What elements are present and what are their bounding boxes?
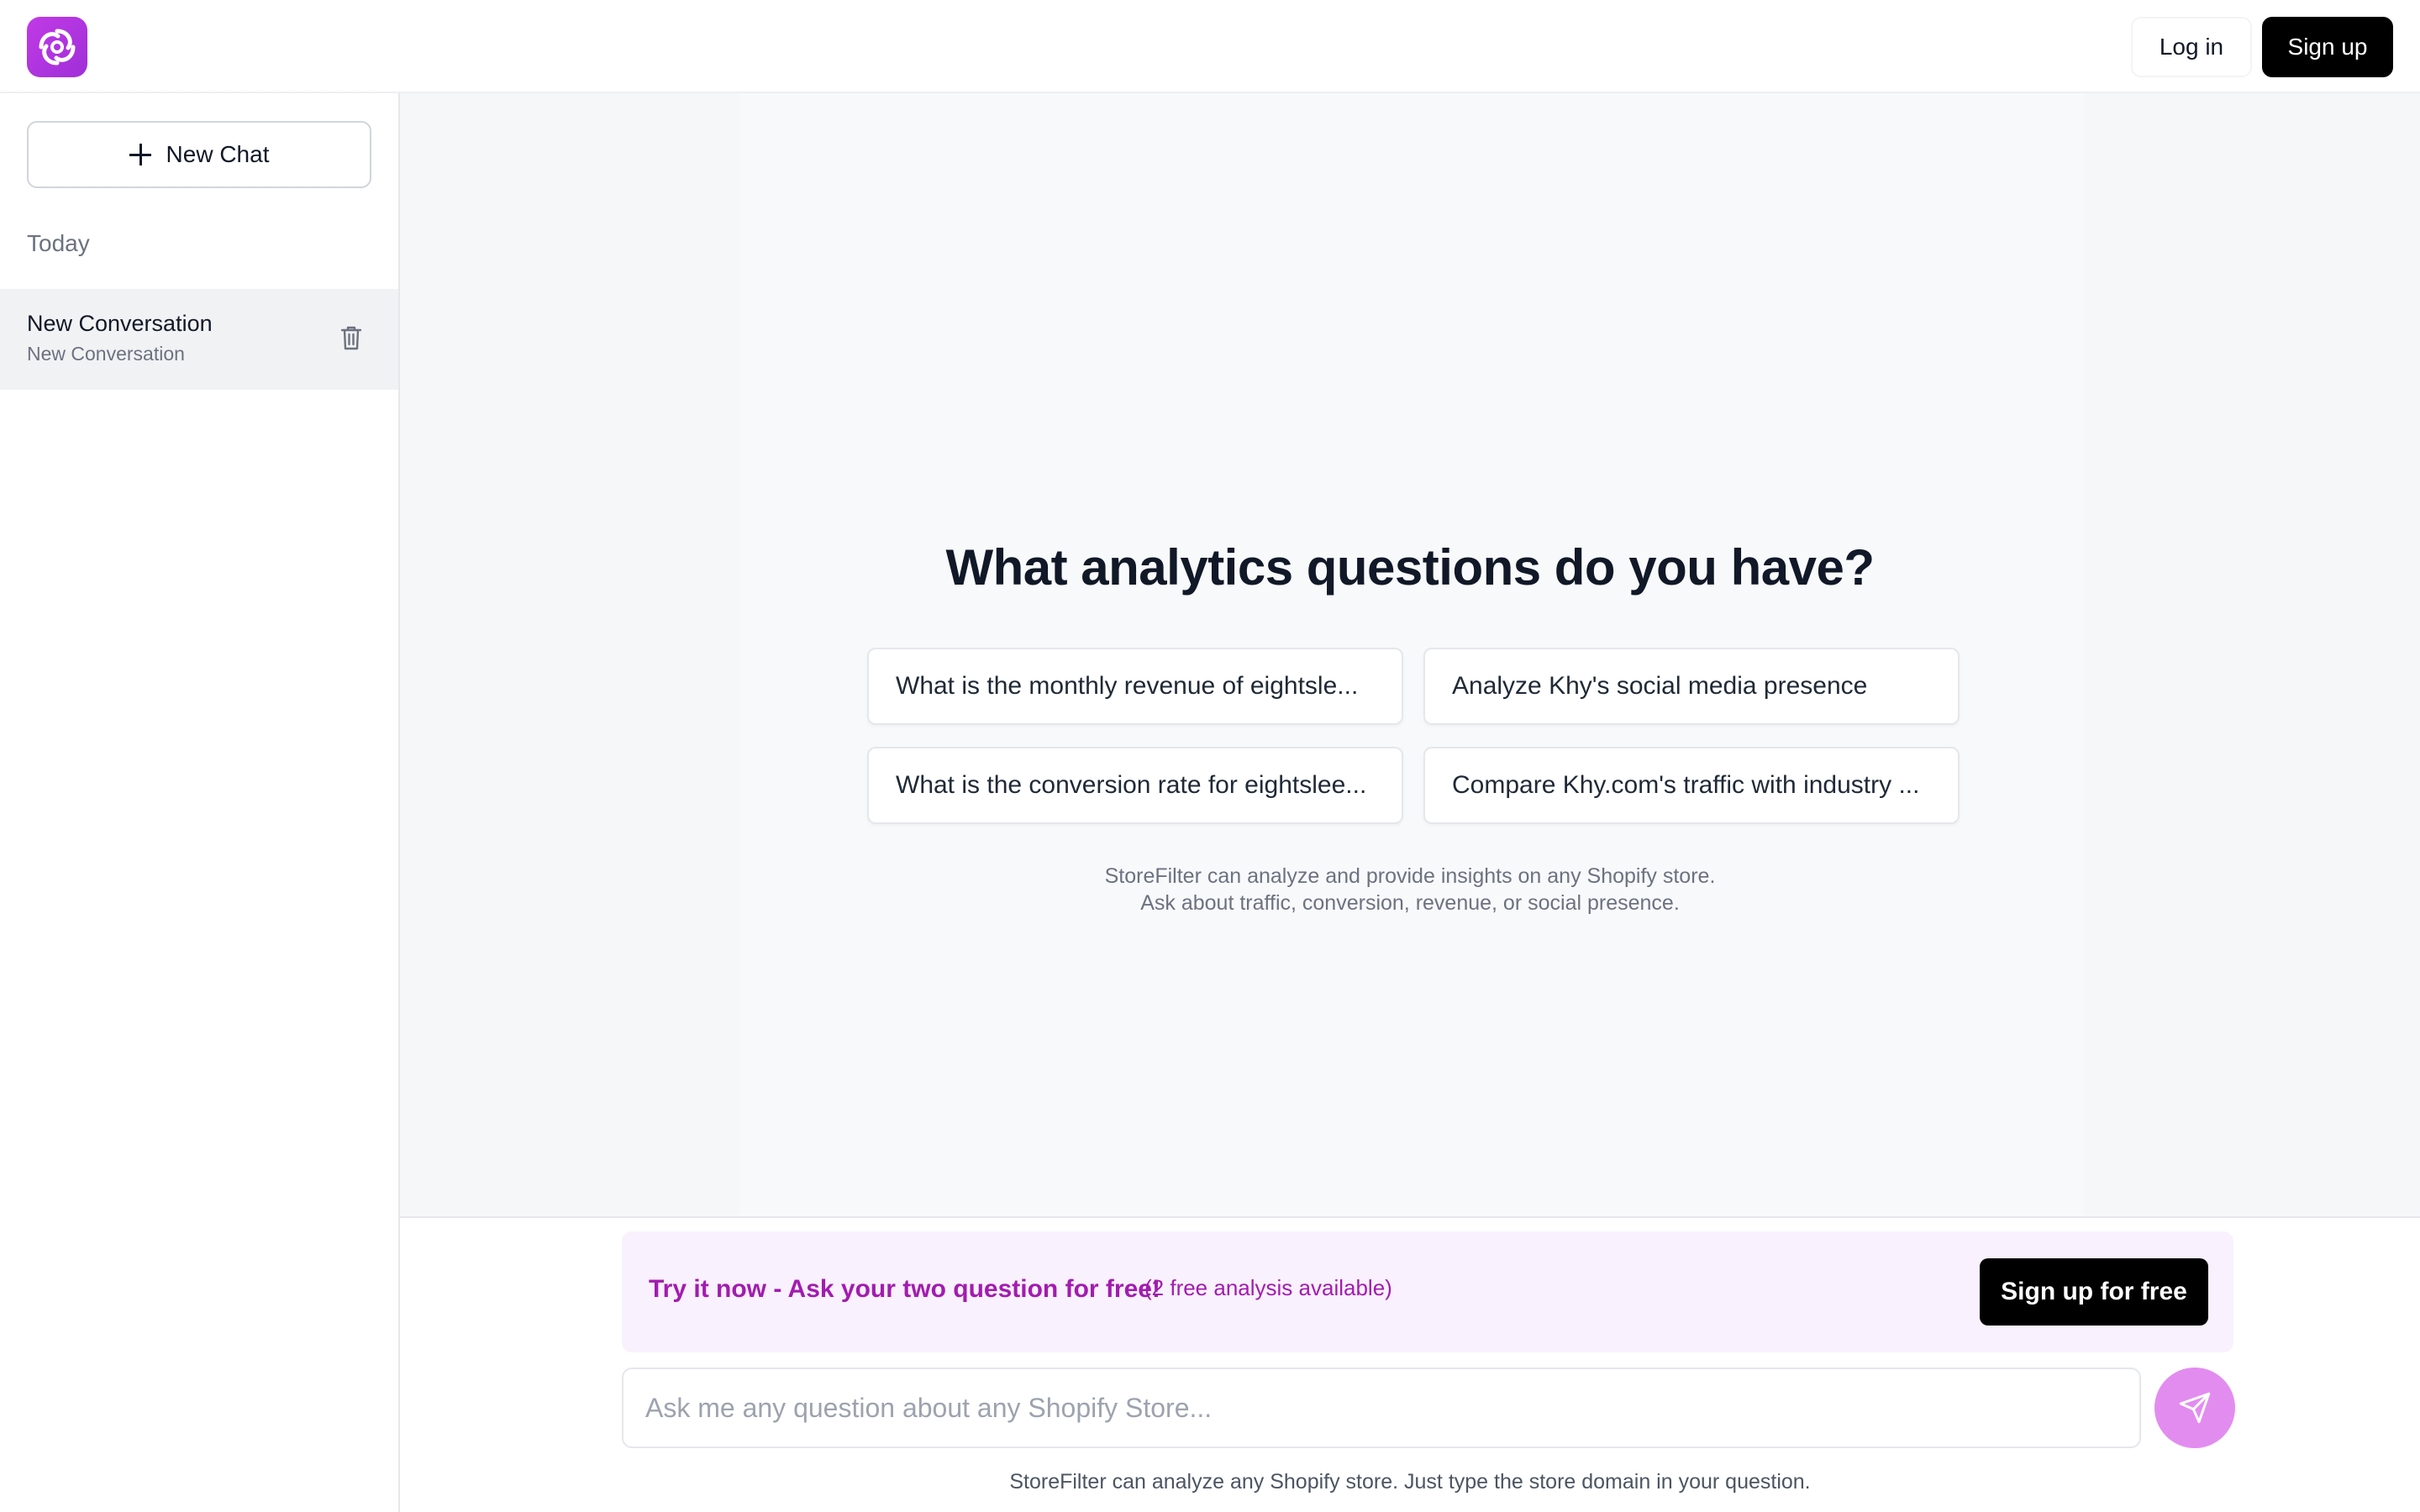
sidebar: New Chat Today New Conversation New Conv…	[0, 93, 400, 1512]
signup-free-button[interactable]: Sign up for free	[1980, 1258, 2208, 1326]
plus-icon	[129, 144, 151, 165]
promo-main-text: Try it now - Ask your two question for f…	[649, 1275, 1160, 1303]
send-icon	[2179, 1392, 2211, 1424]
help-text: StoreFilter can analyze and provide insi…	[400, 863, 2420, 916]
page-title: What analytics questions do you have?	[945, 539, 1875, 596]
login-button[interactable]: Log in	[2131, 17, 2252, 77]
suggestion-card-social-media[interactable]: Analyze Khy's social media presence	[1423, 648, 1960, 725]
top-header: Log in Sign up	[0, 0, 2420, 93]
footer-hint: StoreFilter can analyze any Shopify stor…	[1009, 1470, 1811, 1494]
promo-banner: Try it now - Ask your two question for f…	[622, 1231, 2233, 1352]
composer-area: Try it now - Ask your two question for f…	[400, 1216, 2420, 1512]
section-label-today: Today	[27, 230, 90, 256]
conversation-subtitle: New Conversation	[27, 343, 185, 365]
send-button[interactable]	[2154, 1368, 2235, 1448]
main-panel: What analytics questions do you have? Wh…	[400, 93, 2420, 1216]
promo-sub-text: (2 free analysis available)	[1144, 1275, 1392, 1300]
question-input[interactable]	[622, 1368, 2141, 1448]
signup-button[interactable]: Sign up	[2262, 17, 2393, 77]
help-text-line-1: StoreFilter can analyze and provide insi…	[1104, 864, 1716, 888]
new-chat-button[interactable]: New Chat	[27, 121, 371, 188]
conversation-item[interactable]: New Conversation New Conversation	[0, 289, 398, 390]
suggestion-card-compare-traffic[interactable]: Compare Khy.com's traffic with industry …	[1423, 747, 1960, 824]
suggestion-card-conversion-rate[interactable]: What is the conversion rate for eightsle…	[867, 747, 1403, 824]
help-text-line-2: Ask about traffic, conversion, revenue, …	[1140, 891, 1680, 915]
conversation-title: New Conversation	[27, 311, 213, 336]
suggestion-card-monthly-revenue[interactable]: What is the monthly revenue of eightsle.…	[867, 648, 1403, 725]
new-chat-label: New Chat	[166, 141, 270, 167]
trash-icon[interactable]	[339, 324, 363, 351]
swirl-logo-icon[interactable]	[27, 17, 87, 77]
